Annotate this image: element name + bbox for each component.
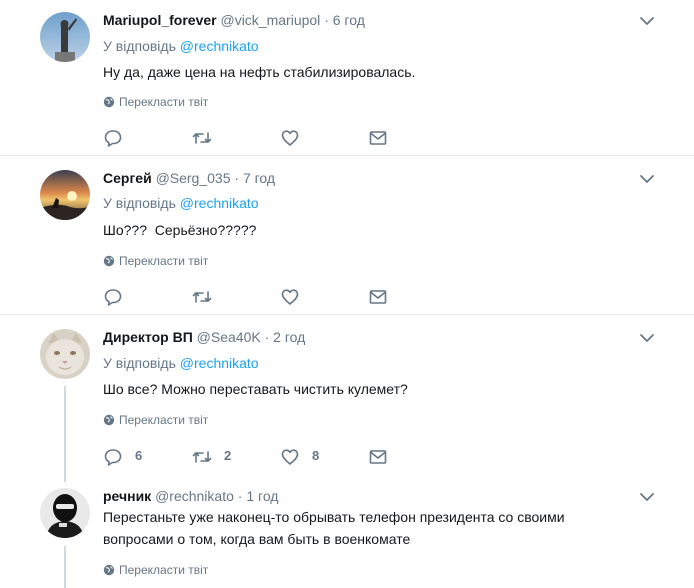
tweet-header: Сергей @Serg_035 · 7 год [103, 168, 275, 188]
translate-tweet-link[interactable]: Перекласти твіт [103, 412, 208, 428]
reply-context: У відповідь @rechnikato [103, 36, 259, 56]
tweet[interactable]: Директор ВП @Sea40K · 2 год У відповідь … [0, 327, 694, 477]
username[interactable]: @rechnikato [155, 488, 234, 504]
tweet[interactable]: речник @rechnikato · 1 год Перестаньте у… [0, 486, 694, 588]
timestamp[interactable]: 6 год [333, 12, 365, 28]
tweet-text: Шо??? Серьёзно????? [103, 222, 257, 238]
reply-mention-link[interactable]: @rechnikato [180, 38, 259, 54]
tweet-text-line: Перестаньте уже наконец-то обрывать теле… [103, 509, 565, 525]
heart-icon [281, 448, 299, 465]
username[interactable]: @Serg_035 [156, 170, 231, 186]
heart-icon [281, 129, 299, 146]
translate-label: Перекласти твіт [119, 254, 209, 268]
chevron-down-icon[interactable] [638, 331, 656, 345]
retweet-button[interactable]: 2 [191, 445, 231, 467]
like-button[interactable] [280, 126, 300, 148]
display-name[interactable]: Сергей [103, 170, 152, 186]
tweet-text: Шо все? Можно переставать чистить кулеме… [103, 381, 408, 397]
separator-dot: · [237, 488, 243, 504]
reply-mention-link[interactable]: @rechnikato [180, 355, 259, 371]
tweet-header: Mariupol_forever @vick_mariupol · 6 год [103, 10, 365, 30]
globe-icon [103, 414, 115, 426]
username[interactable]: @vick_mariupol [220, 12, 320, 28]
avatar[interactable] [40, 170, 90, 220]
tweet-text: Перестаньте уже наконец-то обрывать теле… [103, 506, 623, 550]
retweet-icon [192, 290, 212, 303]
tweet-actions: 6 2 8 [103, 445, 393, 467]
timestamp[interactable]: 7 год [243, 170, 275, 186]
display-name[interactable]: речник [103, 488, 151, 504]
tweet-text: Ну да, даже цена на нефть стабилизировал… [103, 64, 416, 80]
reply-count: 6 [135, 448, 143, 463]
translate-tweet-link[interactable]: Перекласти твіт [103, 94, 208, 110]
retweet-icon [192, 131, 212, 144]
tweet-header: Директор ВП @Sea40K · 2 год [103, 327, 305, 347]
translate-label: Перекласти твіт [119, 563, 209, 577]
envelope-icon [369, 449, 387, 464]
reply-prefix: У відповідь [103, 355, 176, 371]
display-name[interactable]: Mariupol_forever [103, 12, 217, 28]
separator-dot: · [234, 170, 240, 186]
reply-prefix: У відповідь [103, 195, 176, 211]
tweet-divider [0, 314, 694, 315]
tweet-text-line: вопросами о том, когда вам быть в военко… [103, 531, 411, 547]
like-button[interactable] [280, 285, 300, 307]
like-count: 8 [312, 448, 320, 463]
tweet-divider [0, 155, 694, 156]
like-button[interactable]: 8 [280, 445, 319, 467]
timestamp[interactable]: 2 год [273, 329, 305, 345]
separator-dot: · [264, 329, 270, 345]
direct-message-button[interactable] [368, 285, 388, 307]
chevron-down-icon[interactable] [638, 172, 656, 186]
tweet-actions [103, 126, 393, 148]
translate-label: Перекласти твіт [119, 95, 209, 109]
heart-icon [281, 288, 299, 305]
direct-message-button[interactable] [368, 445, 388, 467]
direct-message-button[interactable] [368, 126, 388, 148]
reply-prefix: У відповідь [103, 38, 176, 54]
timestamp[interactable]: 1 год [246, 488, 278, 504]
translate-tweet-link[interactable]: Перекласти твіт [103, 253, 208, 269]
reply-button[interactable] [103, 285, 123, 307]
separator-dot: · [324, 12, 329, 28]
chevron-down-icon[interactable] [638, 14, 656, 28]
reply-context: У відповідь @rechnikato [103, 193, 259, 213]
retweet-icon [192, 450, 212, 463]
tweet[interactable]: Сергей @Serg_035 · 7 год У відповідь @re… [0, 168, 694, 318]
avatar[interactable] [40, 488, 90, 538]
reply-icon [104, 288, 122, 306]
retweet-button[interactable] [191, 126, 213, 148]
translate-tweet-link[interactable]: Перекласти твіт [103, 562, 208, 578]
reply-button[interactable] [103, 126, 123, 148]
username[interactable]: @Sea40K [197, 329, 261, 345]
globe-icon [103, 564, 115, 576]
avatar[interactable] [40, 329, 90, 379]
reply-context: У відповідь @rechnikato [103, 353, 259, 373]
reply-mention-link[interactable]: @rechnikato [180, 195, 259, 211]
envelope-icon [369, 289, 387, 304]
reply-icon [104, 129, 122, 147]
globe-icon [103, 96, 115, 108]
translate-label: Перекласти твіт [119, 413, 209, 427]
reply-button[interactable]: 6 [103, 445, 142, 467]
reply-icon [104, 448, 122, 466]
tweet[interactable]: Mariupol_forever @vick_mariupol · 6 год … [0, 10, 694, 160]
avatar[interactable] [40, 12, 90, 62]
envelope-icon [369, 130, 387, 145]
display-name[interactable]: Директор ВП [103, 329, 193, 345]
tweet-actions [103, 285, 393, 307]
chevron-down-icon[interactable] [638, 490, 656, 504]
retweet-count: 2 [224, 448, 232, 463]
globe-icon [103, 255, 115, 267]
retweet-button[interactable] [191, 285, 213, 307]
tweet-header: речник @rechnikato · 1 год [103, 486, 278, 506]
